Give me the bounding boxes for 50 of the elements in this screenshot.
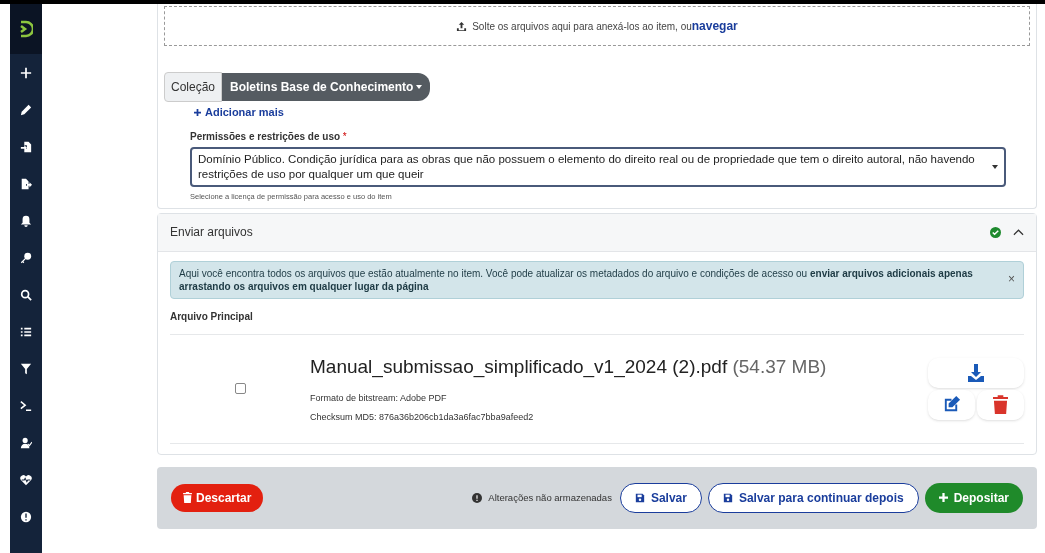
caret-icon xyxy=(416,85,423,89)
discard-button[interactable]: Descartar xyxy=(171,483,264,512)
search-icon[interactable] xyxy=(20,288,32,301)
upload-icon xyxy=(456,20,468,32)
logo-icon[interactable] xyxy=(19,20,33,38)
file-format: Formato de bitstream: Adobe PDF xyxy=(310,391,448,405)
user-check-icon[interactable] xyxy=(20,436,32,449)
exclamation-circle-icon xyxy=(472,492,483,503)
pencil-icon[interactable] xyxy=(20,103,32,116)
key-icon[interactable] xyxy=(20,251,32,264)
bell-icon[interactable] xyxy=(20,214,32,227)
download-icon xyxy=(966,362,986,383)
filter-icon[interactable] xyxy=(20,362,32,375)
download-button[interactable] xyxy=(928,357,1024,388)
collection-dropdown[interactable]: Boletins Base de Conhecimento xyxy=(222,73,431,101)
unsaved-notice: Alterações não armazenadas xyxy=(488,490,612,505)
license-select-value: Domínio Público. Condição jurídica para as obras que não possuem o elemento do direito real ou de propriedade que tem o direito autoral, não havendo restrições de uso por qualquer um que queir xyxy=(198,151,976,182)
file-import-icon[interactable] xyxy=(20,140,32,153)
heartbeat-icon[interactable] xyxy=(20,473,32,486)
edit-button[interactable] xyxy=(928,389,975,420)
browse-link[interactable]: navegar xyxy=(691,17,738,35)
plus-icon xyxy=(194,108,201,116)
checkbox[interactable] xyxy=(234,383,246,395)
drop-zone-text: Solte os arquivos aqui para anexá-los ao item, ou xyxy=(472,19,692,32)
section-subtitle: Arquivo Principal xyxy=(170,309,254,324)
delete-button[interactable] xyxy=(977,389,1024,420)
file-name: Manual_submissao_simplificado_v1_2024 (2).pdf (54.37 MB) xyxy=(310,355,828,380)
plus-icon[interactable] xyxy=(20,66,32,79)
collection-label: Coleção xyxy=(164,72,223,102)
alert-text: Aqui você encontra todos os arquivos que estão atualmente no item. Você pode atualizar os metadados do arquivo e condições de acesso ou enviar arquivos adicionais apenas arrastando os arquivos em qualquer lugar da página xyxy=(179,266,974,293)
plus-icon xyxy=(938,493,948,503)
chevron-up-icon[interactable] xyxy=(1013,228,1024,236)
terminal-icon[interactable] xyxy=(20,399,32,412)
field-label: Permissões e restrições de uso * xyxy=(190,130,347,142)
section-header[interactable]: Enviar arquivos xyxy=(158,213,1036,252)
info-circle-icon[interactable] xyxy=(20,510,32,523)
trash-icon xyxy=(993,395,1008,415)
add-more-link[interactable]: Adicionar mais xyxy=(194,104,284,121)
save-button[interactable]: Salvar xyxy=(619,482,702,513)
save-for-later-button[interactable]: Salvar para continuar depois xyxy=(707,482,919,513)
drop-zone[interactable]: Solte os arquivos aqui para anexá-los ao item, ounavegar xyxy=(164,6,1030,46)
close-button[interactable]: × xyxy=(1008,273,1015,287)
license-select[interactable]: Domínio Público. Condição jurídica para as obras que não possuem o elemento do direito real ou de propriedade que tem o direito autoral, não havendo restrições de uso por qualquer um que queir xyxy=(190,146,1006,187)
section-title: Enviar arquivos xyxy=(170,224,254,242)
file-export-icon[interactable] xyxy=(20,177,32,190)
list-icon[interactable] xyxy=(20,325,32,338)
deposit-button[interactable]: Depositar xyxy=(924,482,1023,513)
caret-icon xyxy=(992,164,998,169)
trash-icon xyxy=(183,492,192,504)
file-checksum: Checksum MD5: 876a36b206cb1da3a6fac7bba9afeed2 xyxy=(310,411,535,424)
